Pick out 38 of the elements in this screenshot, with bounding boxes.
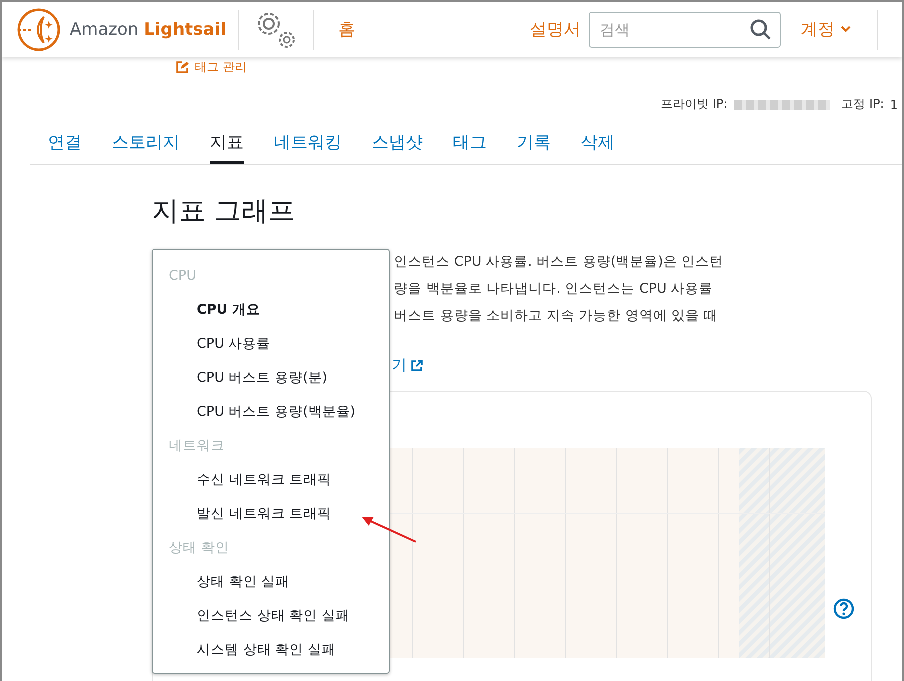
brand-name: Amazon Lightsail [70,20,226,40]
ip-label: 프라이빗 IP: [661,96,728,113]
chevron-down-icon [841,26,851,33]
edit-icon [176,61,189,74]
ip-value: 1 [890,98,898,112]
tab[interactable]: 네트워킹 [274,125,342,164]
home-link[interactable]: 홈 [338,18,356,41]
menu-option[interactable]: 상태 확인 실패 [153,570,389,604]
tab[interactable]: 스토리지 [112,125,180,164]
menu-option[interactable]: 수신 네트워크 트래픽 [153,468,389,502]
tab[interactable]: 지표 [210,125,244,164]
ip-label: 고정 IP: [842,96,884,113]
tab[interactable]: 기록 [517,125,551,164]
menu-option[interactable]: CPU 버스트 용량(분) [153,366,389,400]
docs-link[interactable]: 설명서 [530,18,581,41]
tab[interactable]: 태그 [453,125,487,164]
description-text: 인스턴스 CPU 사용률. 버스트 용량(백분율)은 인스턴 량을 백분율로 나타냅니다. 인스턴스는 CPU 사용률 버스트 용량을 소비하고 지속 가능한 영역에 있을 때 [394,253,725,326]
menu-option[interactable]: CPU 개요 [153,298,389,332]
menu-group-label: CPU [168,267,198,286]
menu-option[interactable]: 발신 네트워크 트래픽 [153,502,389,536]
search-field[interactable]: 검색 [589,12,781,48]
menu-option[interactable]: CPU 버스트 용량(백분율) [153,400,389,434]
tab[interactable]: 연결 [48,125,82,164]
menu-option[interactable]: 시스템 상태 확인 실패 [153,638,389,672]
logo-icon [16,6,62,52]
menu-group-label: 상태 확인 [168,539,230,558]
search-icon [750,18,772,40]
account-menu[interactable]: 계정 [801,18,851,41]
tab[interactable]: 스냅샷 [372,125,423,164]
learn-more-link[interactable]: 기 [392,356,902,375]
menu-option[interactable]: CPU 사용률 [153,332,389,366]
tab[interactable]: 삭제 [581,125,615,164]
section-title: 지표 그래프 [152,195,297,229]
menu-group-label: 네트워크 [168,437,226,456]
tag-manage-link[interactable]: 태그 관리 [176,59,247,76]
menu-option[interactable]: 인스턴스 상태 확인 실패 [153,604,389,638]
help-icon[interactable] [833,598,855,620]
external-link-icon [411,360,423,372]
